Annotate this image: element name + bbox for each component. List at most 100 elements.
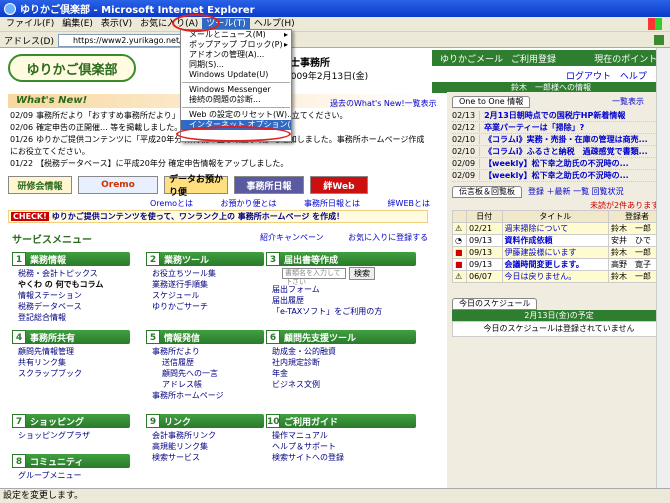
- news-item[interactable]: 01/22 【税務データベース】に平成20年分 確定申告情報をアップしました。: [10, 158, 430, 170]
- menu-link[interactable]: スケジュール: [152, 290, 264, 301]
- address-input[interactable]: https://www2.yurikago.net/portal/index: [57, 33, 188, 47]
- menu-link[interactable]: 操作マニュアル: [272, 430, 416, 441]
- table-row[interactable]: ⚠ 06/07 今日は戻りません。 鈴木 一郎: [452, 270, 666, 283]
- menu-item-sync[interactable]: 同期(S)...: [181, 60, 291, 70]
- menu-link[interactable]: 助成金・公的融資: [272, 346, 416, 357]
- oremo-link[interactable]: Oremoとは: [150, 198, 193, 209]
- kizuna-web-banner[interactable]: 絆Web: [310, 176, 368, 194]
- category-2: 2 業務ツール お役立ちツール集 業務遂行手順集 スケジュール ゆりかごサーチ: [146, 252, 264, 312]
- tab-one-to-one[interactable]: One to One 情報: [452, 96, 531, 108]
- menu-link[interactable]: 検索サイトへの登録: [272, 452, 416, 463]
- clock-icon: ◔: [452, 234, 467, 247]
- menu-link[interactable]: ビジネス文例: [272, 379, 416, 390]
- service-links: 紹介キャンペーン お気に入りに登録する: [260, 232, 428, 243]
- menu-link[interactable]: 会計事務所リンク: [152, 430, 264, 441]
- top-nav: ゆりかごメール ご利用登録 現在のポイント:0: [432, 50, 670, 66]
- list-item[interactable]: 02/10 《コラムi》ふるさと納税 過疎感覚で書類...: [452, 146, 666, 158]
- document-search-input[interactable]: 書類名を入力して下さい: [282, 268, 346, 286]
- go-icon[interactable]: [654, 35, 664, 45]
- ie-logo-icon: [4, 2, 16, 15]
- databox-link[interactable]: お預かり便とは: [221, 198, 277, 209]
- whatsnew-history-link[interactable]: 過去のWhat's New!一覧表示: [330, 98, 437, 109]
- menu-item-windows-update[interactable]: Windows Update(U): [181, 70, 291, 80]
- help-link[interactable]: ヘルプ: [620, 72, 647, 82]
- menu-link[interactable]: 顧問先情報管理: [18, 346, 130, 357]
- list-item[interactable]: 02/12 卒業パーティーは「掃除」?: [452, 122, 666, 134]
- list-item[interactable]: 02/13 2月13日朝時点での国税庁HP新着情報: [452, 110, 666, 122]
- training-banner[interactable]: 研修会情報: [8, 176, 72, 194]
- menu-edit[interactable]: 編集(E): [58, 18, 97, 31]
- menu-link[interactable]: ゆりかごサーチ: [152, 301, 264, 312]
- menu-link[interactable]: 業務遂行手順集: [152, 279, 264, 290]
- menu-link[interactable]: やくわ の 何でもコラム: [18, 279, 130, 290]
- menu-separator: [182, 107, 290, 108]
- current-date: 2009年2月13日(金): [285, 72, 369, 82]
- nav-mail-link[interactable]: ゆりかごメール: [440, 52, 503, 65]
- menu-item-addons[interactable]: アドオンの管理(A)...: [181, 50, 291, 60]
- table-row[interactable]: ◔ 09/13 資料作成依頼 安井 ひで: [452, 234, 666, 247]
- menu-view[interactable]: 表示(V): [97, 18, 136, 31]
- menu-link[interactable]: 届出履歴: [272, 295, 416, 306]
- menu-link[interactable]: 事務所ホームページ: [152, 390, 264, 401]
- oremo-banner[interactable]: Oremo: [78, 176, 158, 194]
- category-1: 1 業務情報 税務・会計トピックス やくわ の 何でもコラム 情報ステーション 税…: [12, 252, 130, 323]
- daily-report-banner[interactable]: 事務所日報: [234, 176, 304, 194]
- window-titlebar: ゆりかご倶楽部 - Microsoft Internet Explorer: [0, 0, 670, 17]
- menu-link[interactable]: 社内規定診断: [272, 357, 416, 368]
- list-item[interactable]: 02/10 《コラムi》実務・売掛・在庫の管理は商売...: [452, 134, 666, 146]
- menu-item-popup-blocker[interactable]: ポップアップ ブロック(P): [181, 40, 291, 50]
- menu-link[interactable]: お役立ちツール集: [152, 268, 264, 279]
- table-row[interactable]: ■ 09/13 伊藤建設様にいます 鈴木 一郎: [452, 246, 666, 259]
- menu-link[interactable]: 高規能リンク集: [152, 441, 264, 452]
- site-logo[interactable]: ゆりかご倶楽部: [8, 54, 136, 82]
- col-date: 日付: [466, 210, 503, 223]
- menu-link[interactable]: 共有リンク集: [18, 357, 130, 368]
- menu-link[interactable]: 税務データベース: [18, 301, 130, 312]
- menu-link[interactable]: 情報ステーション: [18, 290, 130, 301]
- menu-item-reset-web[interactable]: Web の設定のリセット(W)...: [181, 110, 291, 120]
- banner-row: 研修会情報 Oremo データお預かり便 事務所日報 絆Web: [8, 175, 368, 198]
- kizuna-link[interactable]: 絆WEBとは: [388, 198, 430, 209]
- address-label: アドレス(D): [4, 36, 54, 47]
- nav-guide-link[interactable]: ご利用登録: [511, 52, 556, 65]
- office-name: 士事務所: [290, 58, 330, 69]
- menu-link[interactable]: 送信履歴: [152, 357, 264, 368]
- menu-link[interactable]: スクラップブック: [18, 368, 130, 379]
- menu-link[interactable]: 登記総合情報: [18, 312, 130, 323]
- table-row[interactable]: ■ 09/13 会議時間変更します。 高野 寛子: [452, 258, 666, 271]
- menu-link[interactable]: 税務・会計トピックス: [18, 268, 130, 279]
- campaign-link[interactable]: 紹介キャンペーン: [260, 233, 324, 242]
- menu-link[interactable]: ヘルプ＆サポート: [272, 441, 416, 452]
- bbs-links[interactable]: 登録 ＋最新 一覧 回覧状況: [528, 186, 624, 197]
- daily-report-link[interactable]: 事務所日報とは: [304, 198, 360, 209]
- menu-link[interactable]: アドレス帳: [152, 379, 264, 390]
- service-menu-title: サービスメニュー: [12, 235, 92, 246]
- list-item[interactable]: 02/09 【weekly】松下幸之助氏の不況時の...: [452, 158, 666, 170]
- document-search-button[interactable]: 検索: [349, 267, 375, 280]
- favorite-link[interactable]: お気に入りに登録する: [348, 233, 428, 242]
- menu-link[interactable]: グループメニュー: [18, 470, 130, 481]
- category-10: 10 ご利用ガイド 操作マニュアル ヘルプ＆サポート 検索サイトへの登録: [266, 414, 416, 463]
- menu-item-messenger[interactable]: Windows Messenger: [181, 85, 291, 95]
- tab-schedule[interactable]: 今日のスケジュール: [452, 298, 538, 310]
- menu-file[interactable]: ファイル(F): [2, 18, 58, 31]
- menu-link[interactable]: 検索サービス: [152, 452, 264, 463]
- highlight-circle-internet-options: [176, 126, 291, 142]
- warning-icon: ⚠: [452, 270, 467, 283]
- vertical-scrollbar[interactable]: [656, 48, 670, 488]
- menu-link[interactable]: ショッピングプラザ: [18, 430, 130, 441]
- menu-link[interactable]: 年金: [272, 368, 416, 379]
- menu-link[interactable]: 「e-TAXソフト」をご利用の方: [272, 306, 416, 317]
- tab-bbs[interactable]: 伝言板＆回覧板: [452, 186, 522, 198]
- check-banner[interactable]: CHECK! ゆりかご提供コンテンツを使って、ワンランク上の 事務所ホームページ …: [8, 210, 428, 223]
- menu-item-diagnose[interactable]: 接続の問題の診断...: [181, 95, 291, 105]
- list-item[interactable]: 02/09 【weekly】松下幸之助氏の不況時の...: [452, 170, 666, 182]
- databox-banner[interactable]: データお預かり便: [164, 175, 228, 198]
- menu-link[interactable]: 顧問先への一言: [152, 368, 264, 379]
- check-tag: CHECK!: [11, 212, 49, 221]
- logout-link[interactable]: ログアウト: [566, 72, 611, 82]
- col-title: タイトル: [501, 210, 610, 223]
- menu-link[interactable]: 事務所だより: [152, 346, 264, 357]
- oto-list-link[interactable]: 一覧表示: [612, 96, 644, 107]
- table-row[interactable]: ⚠ 02/21 週末掃除について 鈴木 一郎: [452, 222, 666, 235]
